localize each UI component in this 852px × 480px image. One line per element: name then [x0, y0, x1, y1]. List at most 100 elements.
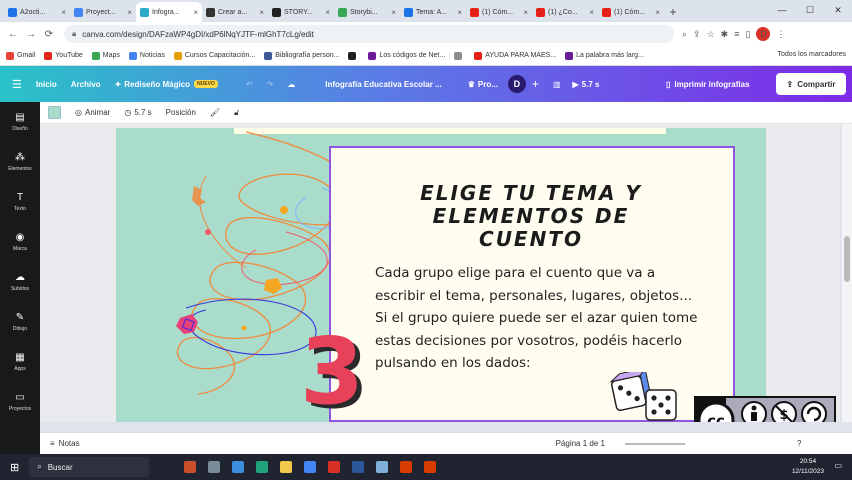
hamburger-icon[interactable]: ☰ — [12, 78, 22, 91]
sidebar-item[interactable]: ◉ Marca — [0, 222, 40, 262]
extensions-icon[interactable]: ✱ — [721, 29, 729, 40]
file-menu[interactable]: Archivo — [71, 80, 101, 89]
sidebar-item[interactable]: ▭ Proyectos — [0, 382, 40, 422]
magic-resize-button[interactable]: ✦ Rediseño Mágico NUEVO — [115, 80, 218, 89]
browser-tab[interactable]: (1) Cóm... × — [598, 2, 664, 22]
browser-tab[interactable]: Proyect... × — [70, 2, 136, 22]
dice-icon[interactable] — [610, 372, 682, 422]
taskbar-app-icon[interactable] — [323, 457, 345, 477]
tab-close-icon[interactable]: × — [193, 8, 198, 17]
home-button[interactable]: Inicio — [36, 80, 57, 89]
zoom-slider[interactable] — [624, 442, 685, 445]
taskbar-app-icon[interactable] — [251, 457, 273, 477]
card-body[interactable]: Cada grupo elige para el cuento que va a… — [375, 262, 705, 375]
browser-tab[interactable]: Infogra... × — [136, 2, 202, 22]
profile-avatar[interactable]: D — [756, 27, 771, 41]
sidepanel-icon[interactable]: ▯ — [745, 29, 750, 40]
add-collaborator-icon[interactable]: + — [532, 77, 539, 91]
tab-close-icon[interactable]: × — [127, 8, 132, 17]
print-button[interactable]: ▯ Imprimir infografías — [666, 74, 750, 94]
windows-start-icon[interactable]: ⊞ — [10, 461, 19, 474]
system-clock[interactable]: 20:54 12/11/2023 — [792, 457, 824, 477]
notes-button[interactable]: ≡ Notas — [50, 439, 80, 448]
tab-close-icon[interactable]: × — [457, 8, 462, 17]
sidebar-item[interactable]: ⁂ Elementos — [0, 142, 40, 182]
browser-tab[interactable]: (1) ¿Co... × — [532, 2, 598, 22]
tab-close-icon[interactable]: × — [325, 8, 330, 17]
page-indicator[interactable]: Página 1 de 1 — [556, 439, 605, 448]
scrollbar-thumb[interactable] — [844, 236, 850, 282]
bookmark-item[interactable]: Noticias — [128, 51, 165, 60]
bookmark-item[interactable]: Cursos Capacitación... — [173, 51, 255, 60]
stats-icon[interactable]: ▥ — [553, 80, 561, 89]
taskbar-app-icon[interactable] — [299, 457, 321, 477]
taskbar-app-icon[interactable] — [179, 457, 201, 477]
tab-close-icon[interactable]: × — [61, 8, 66, 17]
search-icon[interactable]: ⌕ — [682, 29, 687, 40]
tab-close-icon[interactable]: × — [589, 8, 594, 17]
share-button[interactable]: ⇪ Compartir — [776, 73, 846, 95]
browser-tab[interactable]: Crear a... × — [202, 2, 268, 22]
reload-icon[interactable]: ⟳ — [40, 29, 58, 40]
browser-tab[interactable]: Tema: A... × — [400, 2, 466, 22]
taskbar-app-icon[interactable] — [371, 457, 393, 477]
menu-icon[interactable]: ⋮ — [776, 29, 785, 40]
timing-button[interactable]: ◷ 5.7 s — [124, 108, 151, 117]
vertical-scrollbar[interactable] — [842, 124, 852, 422]
tab-close-icon[interactable]: × — [523, 8, 528, 17]
forward-icon[interactable]: → — [22, 29, 40, 40]
taskbar-app-icon[interactable] — [275, 457, 297, 477]
sidebar-item[interactable]: ▦ Apps — [0, 342, 40, 382]
browser-tab[interactable]: (1) Cóm... × — [466, 2, 532, 22]
user-avatar[interactable]: D — [507, 75, 526, 93]
style-paint-icon[interactable]: 🖌︎ — [210, 108, 220, 117]
bookmark-item[interactable] — [454, 51, 465, 60]
url-field[interactable]: 🔒︎ canva.com/design/DAFzaWP4gDI/xdP6lNqY… — [64, 25, 674, 43]
step-number[interactable]: 3 — [300, 326, 364, 418]
notifications-icon[interactable]: ▭ — [834, 461, 842, 470]
tab-close-icon[interactable]: × — [391, 8, 396, 17]
minimize-icon[interactable]: — — [768, 0, 796, 20]
browser-tab[interactable]: Storybi... × — [334, 2, 400, 22]
browser-tab[interactable]: STORY... × — [268, 2, 334, 22]
taskbar-search[interactable]: ⌕ Buscar — [29, 457, 150, 477]
sidebar-item[interactable]: ☁ Subidos — [0, 262, 40, 302]
lock-element-icon[interactable]: 🔓︎ — [234, 108, 239, 118]
sidebar-item[interactable]: ▤ Diseño — [0, 102, 40, 142]
background-color-swatch[interactable] — [48, 106, 61, 119]
present-button[interactable]: ▶ 5.7 s — [573, 80, 600, 89]
close-window-icon[interactable]: ✕ — [824, 0, 852, 20]
star-icon[interactable]: ☆ — [707, 29, 715, 40]
taskbar-app-icon[interactable] — [419, 457, 441, 477]
taskbar-app-icon[interactable] — [227, 457, 249, 477]
sidebar-item[interactable]: T Texto — [0, 182, 40, 222]
bookmark-item[interactable]: Los códigos de Net... — [368, 51, 445, 60]
tab-close-icon[interactable]: × — [259, 8, 264, 17]
share-page-icon[interactable]: ⇪ — [693, 29, 701, 40]
help-icon[interactable]: ? — [797, 439, 801, 448]
maximize-icon[interactable]: ☐ — [796, 0, 824, 20]
all-bookmarks[interactable]: Todos los marcadores — [778, 51, 846, 58]
bookmark-item[interactable]: Gmail — [6, 51, 35, 60]
undo-icon[interactable]: ↶ — [246, 80, 253, 89]
back-icon[interactable]: ← — [4, 29, 22, 40]
bookmark-item[interactable] — [348, 51, 359, 60]
design-page[interactable]: ELIGE TU TEMA Y ELEMENTOS DE CUENTO Cada… — [116, 128, 766, 422]
tab-close-icon[interactable]: × — [655, 8, 660, 17]
browser-tab[interactable]: A2octi... × — [4, 2, 70, 22]
animate-button[interactable]: ◎ Animar — [75, 108, 110, 117]
document-title[interactable]: Infografía Educativa Escolar ... — [325, 80, 441, 89]
new-tab-button[interactable]: + — [664, 2, 682, 22]
taskbar-app-icon[interactable] — [203, 457, 225, 477]
bookmark-item[interactable]: YouTube — [44, 51, 83, 60]
position-button[interactable]: Posición — [166, 108, 196, 117]
taskbar-app-icon[interactable] — [347, 457, 369, 477]
pro-button[interactable]: ♛ Pro... — [468, 80, 498, 89]
sidebar-item[interactable]: ✎ Dibujo — [0, 302, 40, 342]
bookmark-item[interactable]: La palabra más larg... — [565, 51, 644, 60]
redo-icon[interactable]: ↷ — [267, 80, 274, 89]
bookmark-item[interactable]: Maps — [91, 51, 120, 60]
bookmark-item[interactable]: AYUDA PARA MAES... — [474, 51, 556, 60]
taskbar-app-icon[interactable] — [395, 457, 417, 477]
bookmark-item[interactable]: Bibliografía person... — [264, 51, 339, 60]
